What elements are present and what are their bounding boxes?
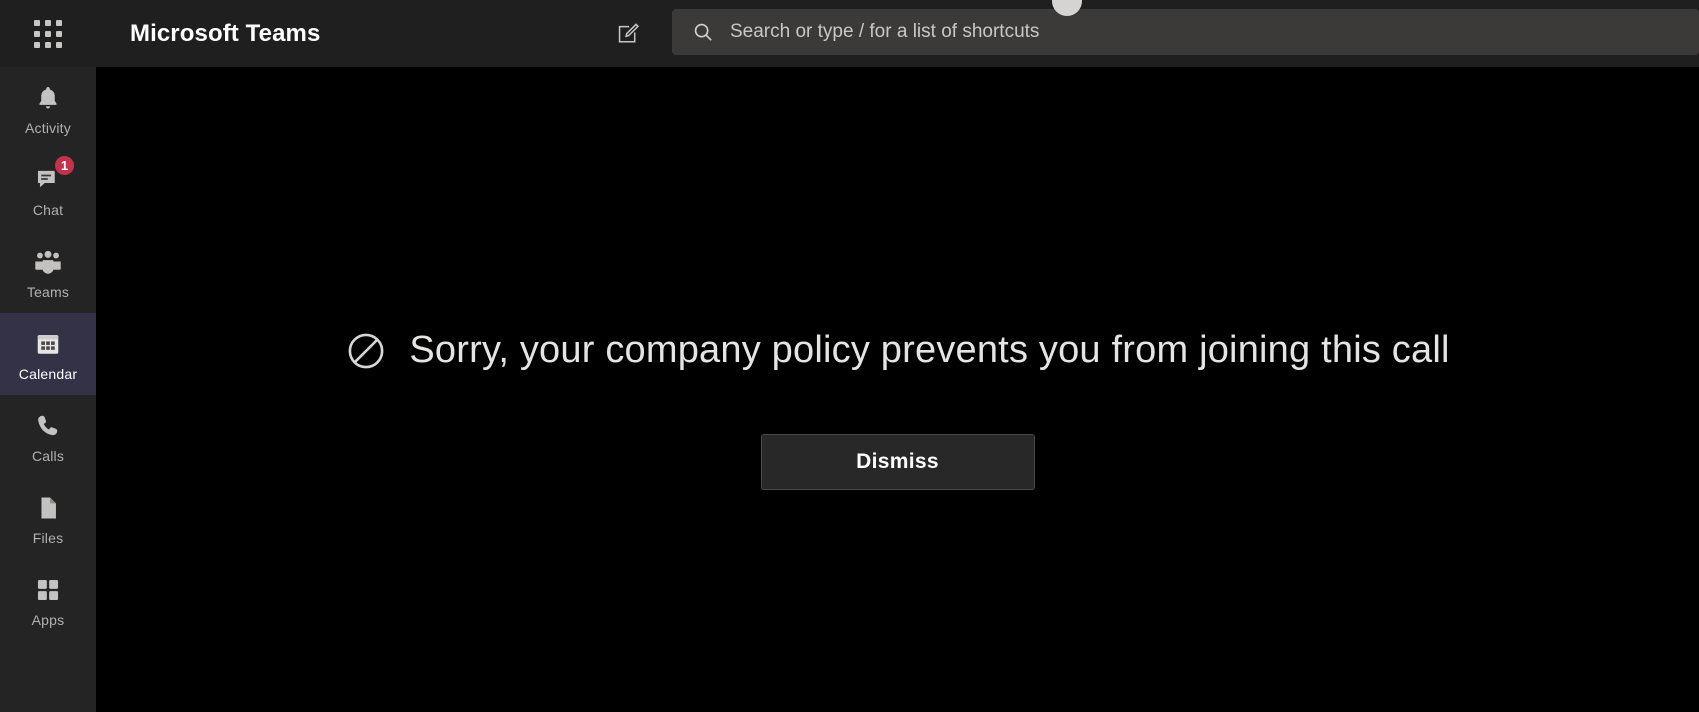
call-blocked-panel: Sorry, your company policy prevents you … (96, 67, 1699, 712)
teams-window: Microsoft Teams Search or type / for a l… (0, 0, 1699, 712)
sidebar-item-chat[interactable]: 1 Chat (0, 149, 96, 231)
bell-icon (34, 80, 62, 116)
search-placeholder: Search or type / for a list of shortcuts (730, 21, 1040, 42)
sidebar-item-label: Calls (31, 448, 65, 464)
sidebar-item-calls[interactable]: Calls (0, 395, 96, 477)
file-icon (34, 490, 62, 526)
sidebar-item-label: Calendar (18, 366, 78, 382)
chat-unread-badge: 1 (53, 154, 76, 177)
blocked-circle-slash-icon (345, 330, 387, 372)
blocked-message-row: Sorry, your company policy prevents you … (345, 329, 1449, 372)
apps-grid-icon (34, 572, 62, 608)
compose-new-chat-button[interactable] (607, 14, 649, 54)
top-bar: Microsoft Teams Search or type / for a l… (0, 0, 1699, 67)
sidebar-item-label: Activity (25, 120, 71, 136)
sidebar-item-apps[interactable]: Apps (0, 559, 96, 641)
chat-icon: 1 (34, 154, 76, 198)
sidebar-item-label: Teams (26, 284, 70, 300)
sidebar-item-label: Apps (31, 612, 65, 628)
search-icon (692, 21, 714, 43)
sidebar-item-label: Chat (32, 202, 64, 218)
sidebar-item-label: Files (32, 530, 64, 546)
dismiss-button[interactable]: Dismiss (760, 434, 1035, 490)
compose-pencil-icon (618, 23, 640, 43)
search-input[interactable]: Search or type / for a list of shortcuts (672, 9, 1699, 55)
sidebar-item-calendar[interactable]: Calendar (0, 313, 96, 395)
blocked-message-text: Sorry, your company policy prevents you … (409, 329, 1450, 371)
app-title: Microsoft Teams (130, 19, 321, 47)
app-launcher-button[interactable] (0, 0, 96, 67)
calendar-icon (34, 326, 62, 362)
phone-icon (34, 408, 62, 444)
sidebar-item-teams[interactable]: Teams (0, 231, 96, 313)
sidebar-item-files[interactable]: Files (0, 477, 96, 559)
sidebar-item-activity[interactable]: Activity (0, 67, 96, 149)
grid-apps-icon (34, 19, 62, 48)
people-icon (33, 244, 63, 280)
sidebar: Activity 1 Chat Teams Calendar Calls Fil… (0, 67, 96, 712)
